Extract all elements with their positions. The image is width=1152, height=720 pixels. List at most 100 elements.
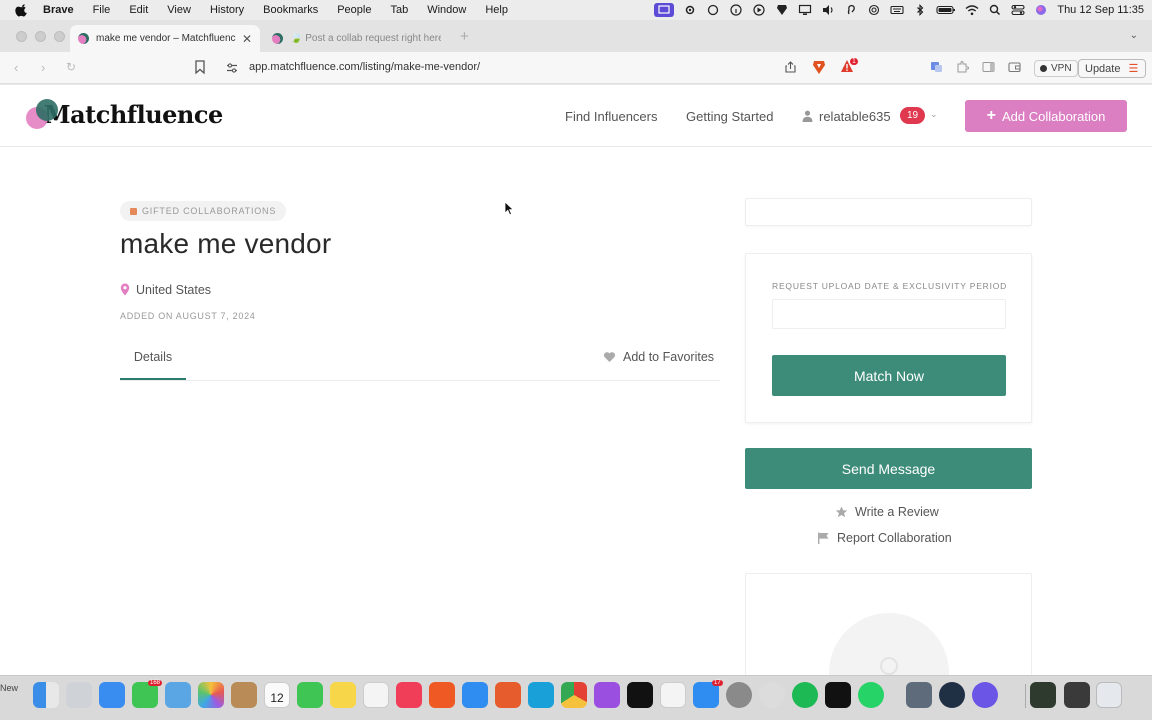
vpn-button[interactable]: VPN [1034, 60, 1078, 77]
recent-window-icon[interactable] [1064, 682, 1090, 708]
menu-view[interactable]: View [167, 4, 191, 16]
request-upload-date-input[interactable] [772, 299, 1006, 329]
extensions-icon[interactable] [956, 61, 969, 73]
chevron-down-icon[interactable]: ⌄ [930, 109, 938, 120]
whatsapp-icon[interactable] [858, 682, 884, 708]
add-collaboration-button[interactable]: + Add Collaboration [965, 100, 1127, 132]
quicktime-icon[interactable] [939, 682, 965, 708]
trash-icon[interactable] [1096, 682, 1122, 708]
tidal-icon[interactable] [825, 682, 851, 708]
menu-bookmarks[interactable]: Bookmarks [263, 4, 318, 16]
send-message-button[interactable]: Send Message [745, 448, 1032, 489]
airdrop-icon[interactable] [867, 4, 881, 16]
reload-icon[interactable]: ↻ [66, 60, 76, 74]
podcasts-icon[interactable] [594, 682, 620, 708]
update-button[interactable]: Update ☰ [1078, 59, 1146, 78]
menu-help[interactable]: Help [485, 4, 508, 16]
calendar-icon[interactable]: 12 [264, 682, 290, 708]
search-icon[interactable] [988, 4, 1002, 16]
launchpad-icon[interactable] [66, 682, 92, 708]
photos-icon[interactable] [198, 682, 224, 708]
menu-window[interactable]: Window [427, 4, 466, 16]
downloads-folder-icon[interactable] [1030, 682, 1056, 708]
contacts-icon[interactable] [231, 682, 257, 708]
info-icon[interactable] [729, 4, 743, 16]
screen-studio-icon[interactable] [972, 682, 998, 708]
brave-browser-icon[interactable] [429, 682, 455, 708]
freeform-icon[interactable] [363, 682, 389, 708]
menu-history[interactable]: History [210, 4, 244, 16]
match-now-button[interactable]: Match Now [772, 355, 1006, 396]
sidebar-toggle-icon[interactable] [982, 61, 995, 73]
whatsapp-grey-icon[interactable] [759, 682, 785, 708]
mail-icon[interactable] [99, 682, 125, 708]
nav-find-influencers[interactable]: Find Influencers [565, 109, 658, 124]
site-logo[interactable]: Matchfluence [26, 99, 223, 129]
nav-getting-started[interactable]: Getting Started [686, 109, 773, 124]
menu-file[interactable]: File [93, 4, 111, 16]
control-center-icon[interactable] [1011, 4, 1025, 16]
safari-icon[interactable] [462, 682, 488, 708]
user-menu-name[interactable]: relatable635 [819, 109, 891, 124]
apple-icon[interactable] [15, 3, 29, 17]
keyboard-icon[interactable] [890, 4, 904, 16]
screen-mirror-icon[interactable] [654, 3, 675, 17]
spotify-icon[interactable] [792, 682, 818, 708]
finder-icon[interactable] [33, 682, 59, 708]
tab-search-chevron-icon[interactable]: ⌄ [1130, 30, 1138, 41]
listing-location[interactable]: United States [136, 283, 211, 297]
site-settings-icon[interactable] [226, 62, 238, 74]
news-icon[interactable] [660, 682, 686, 708]
notes-icon[interactable] [330, 682, 356, 708]
minimize-window-icon[interactable] [35, 31, 46, 42]
menu-edit[interactable]: Edit [129, 4, 148, 16]
apple-tv-icon[interactable] [627, 682, 653, 708]
report-collaboration-link[interactable]: Report Collaboration [817, 531, 952, 545]
edge-icon[interactable] [528, 682, 554, 708]
wallet-icon[interactable] [1008, 61, 1021, 73]
battery-icon[interactable] [936, 4, 956, 16]
tab-details[interactable]: Details [120, 350, 186, 380]
new-tab-plus-icon[interactable]: + [460, 28, 469, 45]
cloud-icon[interactable] [706, 4, 720, 16]
forward-arrow-icon[interactable]: › [41, 60, 45, 75]
browser-tab-active[interactable]: make me vendor – Matchfluence ✕ [70, 25, 260, 52]
share-icon[interactable] [784, 61, 797, 73]
menu-people[interactable]: People [337, 4, 371, 16]
address-bar-url[interactable]: app.matchfluence.com/listing/make-me-ven… [249, 61, 480, 73]
preview-icon[interactable] [906, 682, 932, 708]
heart-icon[interactable] [603, 351, 616, 363]
display-icon[interactable] [798, 4, 812, 16]
translate-icon[interactable] [930, 61, 943, 73]
menu-tab[interactable]: Tab [390, 4, 408, 16]
avatar-placeholder-icon [880, 657, 898, 675]
music-icon[interactable] [396, 682, 422, 708]
menu-app-name[interactable]: Brave [43, 4, 74, 16]
ear-icon[interactable] [844, 4, 858, 16]
category-badge[interactable]: GIFTED COLLABORATIONS [120, 201, 287, 221]
notification-count-badge[interactable]: 19 [900, 107, 925, 124]
bluetooth-icon[interactable] [913, 4, 927, 16]
add-to-favorites-link[interactable]: Add to Favorites [623, 350, 714, 364]
back-arrow-icon[interactable]: ‹ [14, 60, 18, 75]
siri-icon[interactable] [1034, 4, 1048, 16]
browser-tab-inactive[interactable]: 🍃 Post a collab request right here [264, 25, 449, 52]
play-icon[interactable] [752, 4, 766, 16]
facetime-icon[interactable] [297, 682, 323, 708]
maps-icon[interactable] [165, 682, 191, 708]
volume-icon[interactable] [821, 4, 835, 16]
menu-hamburger-icon: ☰ [1128, 63, 1139, 75]
gear-icon[interactable] [683, 4, 697, 16]
duckduckgo-icon[interactable] [495, 682, 521, 708]
wifi-icon[interactable] [965, 4, 979, 16]
write-review-link[interactable]: Write a Review [835, 505, 939, 519]
brave-shields-icon[interactable] [812, 59, 826, 75]
chrome-icon[interactable] [561, 682, 587, 708]
zoom-window-icon[interactable] [54, 31, 65, 42]
menubar-clock[interactable]: Thu 12 Sep 11:35 [1057, 4, 1144, 16]
system-settings-icon[interactable] [726, 682, 752, 708]
close-tab-icon[interactable]: ✕ [242, 32, 252, 46]
brave-icon[interactable] [775, 4, 789, 16]
close-window-icon[interactable] [16, 31, 27, 42]
bookmark-icon[interactable] [194, 60, 206, 74]
